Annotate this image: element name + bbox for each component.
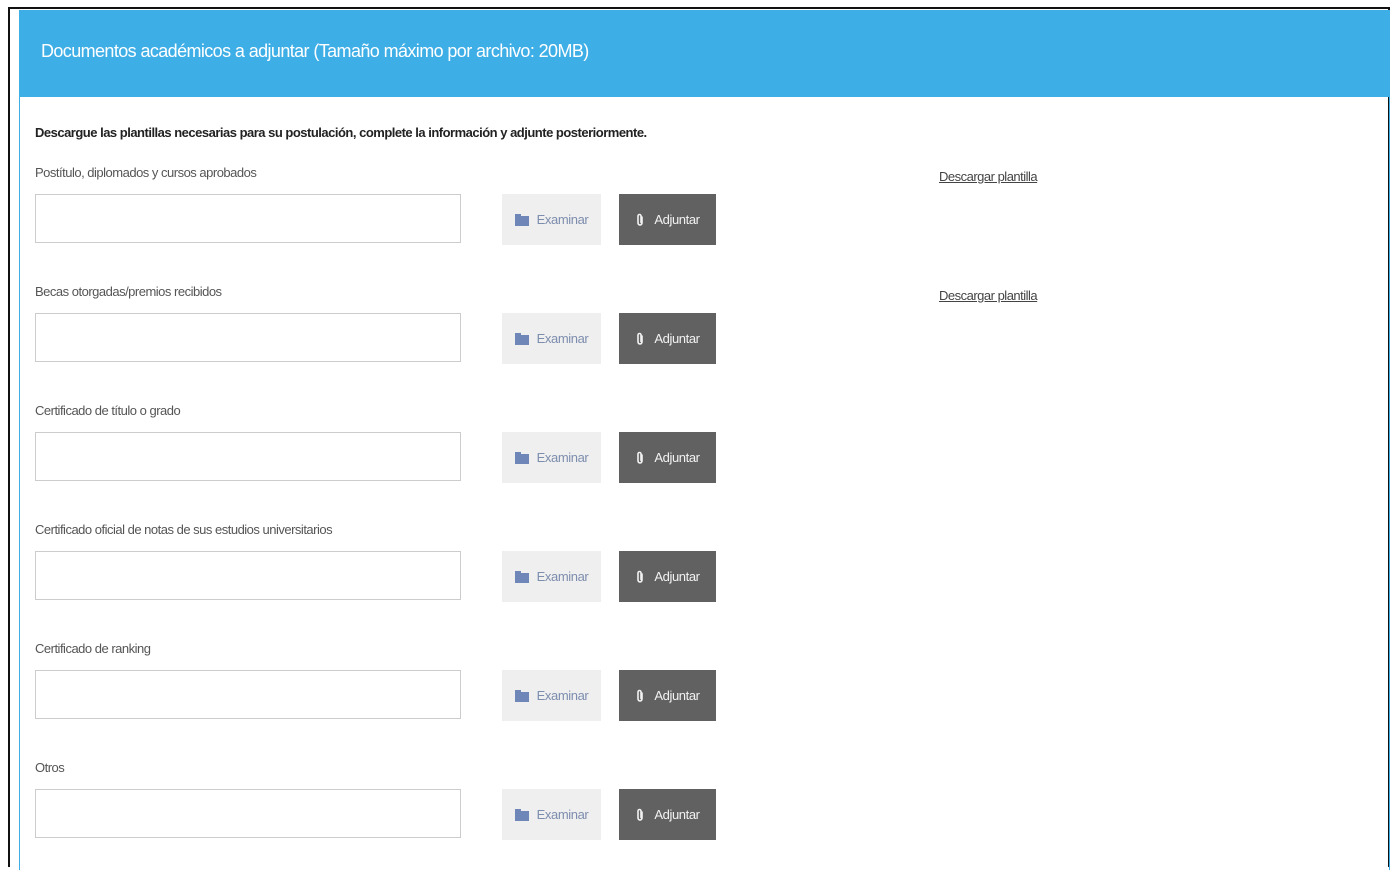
download-template-link[interactable]: Descargar plantilla	[939, 169, 1038, 184]
folder-icon	[514, 689, 529, 702]
adjuntar-label: Adjuntar	[654, 569, 700, 584]
examinar-button[interactable]: Examinar	[502, 551, 601, 602]
file-path-input[interactable]	[35, 194, 461, 243]
examinar-label: Examinar	[536, 331, 589, 346]
document-label: Postítulo, diplomados y cursos aprobados	[35, 165, 257, 180]
document-label: Otros	[35, 760, 65, 775]
document-row-becas: Becas otorgadas/premios recibidos Examin…	[35, 284, 1335, 384]
file-path-input[interactable]	[35, 670, 461, 719]
examinar-button[interactable]: Examinar	[502, 789, 601, 840]
adjuntar-button[interactable]: Adjuntar	[619, 670, 716, 721]
adjuntar-label: Adjuntar	[654, 212, 700, 227]
adjuntar-button[interactable]: Adjuntar	[619, 789, 716, 840]
document-row-certificado-notas: Certificado oficial de notas de sus estu…	[35, 522, 1335, 622]
document-label: Certificado de ranking	[35, 641, 151, 656]
page-frame: Documentos académicos a adjuntar (Tamaño…	[8, 7, 1390, 870]
examinar-label: Examinar	[536, 569, 589, 584]
document-row-otros: Otros Examinar Adjuntar	[35, 760, 1335, 860]
folder-icon	[514, 570, 529, 583]
examinar-button[interactable]: Examinar	[502, 432, 601, 483]
adjuntar-button[interactable]: Adjuntar	[619, 551, 716, 602]
examinar-label: Examinar	[536, 807, 589, 822]
instructions-text: Descargue las plantillas necesarias para…	[35, 125, 647, 140]
file-path-input[interactable]	[35, 432, 461, 481]
documents-panel: Documentos académicos a adjuntar (Tamaño…	[19, 10, 1390, 870]
examinar-button[interactable]: Examinar	[502, 194, 601, 245]
paperclip-icon	[635, 332, 645, 346]
folder-icon	[514, 213, 529, 226]
document-label: Certificado oficial de notas de sus estu…	[35, 522, 333, 537]
adjuntar-label: Adjuntar	[654, 807, 700, 822]
adjuntar-label: Adjuntar	[654, 450, 700, 465]
file-path-input[interactable]	[35, 551, 461, 600]
file-path-input[interactable]	[35, 313, 461, 362]
examinar-button[interactable]: Examinar	[502, 670, 601, 721]
examinar-button[interactable]: Examinar	[502, 313, 601, 364]
adjuntar-label: Adjuntar	[654, 331, 700, 346]
document-label: Becas otorgadas/premios recibidos	[35, 284, 222, 299]
folder-icon	[514, 332, 529, 345]
paperclip-icon	[635, 213, 645, 227]
adjuntar-button[interactable]: Adjuntar	[619, 194, 716, 245]
document-label: Certificado de título o grado	[35, 403, 181, 418]
examinar-label: Examinar	[536, 212, 589, 227]
folder-icon	[514, 808, 529, 821]
panel-title: Documentos académicos a adjuntar (Tamaño…	[41, 41, 589, 61]
examinar-label: Examinar	[536, 688, 589, 703]
paperclip-icon	[635, 570, 645, 584]
download-template-link[interactable]: Descargar plantilla	[939, 288, 1038, 303]
panel-header: Documentos académicos a adjuntar (Tamaño…	[19, 10, 1390, 97]
paperclip-icon	[635, 451, 645, 465]
document-row-certificado-titulo: Certificado de título o grado Examinar A…	[35, 403, 1335, 503]
folder-icon	[514, 451, 529, 464]
adjuntar-button[interactable]: Adjuntar	[619, 432, 716, 483]
adjuntar-button[interactable]: Adjuntar	[619, 313, 716, 364]
paperclip-icon	[635, 689, 645, 703]
paperclip-icon	[635, 808, 645, 822]
document-row-ranking: Certificado de ranking Examinar Adjuntar	[35, 641, 1335, 741]
adjuntar-label: Adjuntar	[654, 688, 700, 703]
examinar-label: Examinar	[536, 450, 589, 465]
file-path-input[interactable]	[35, 789, 461, 838]
document-row-postitulo: Postítulo, diplomados y cursos aprobados…	[35, 165, 1335, 265]
